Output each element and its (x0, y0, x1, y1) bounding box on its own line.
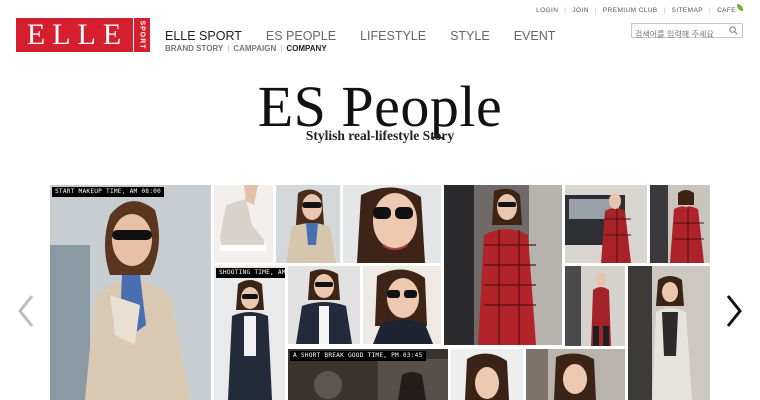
photo-tile-makeup[interactable]: START MAKEUP TIME, AM 08:00 (50, 185, 211, 400)
photo-tile-stairs[interactable] (565, 266, 625, 346)
nav-lifestyle[interactable]: LIFESTYLE (360, 29, 426, 43)
photo-tile-closeup[interactable] (343, 185, 441, 263)
join-link[interactable]: JOIN (572, 7, 588, 14)
chevron-right-icon[interactable] (724, 293, 744, 329)
photo-portrait-woman (526, 349, 625, 400)
page-subtitle: Stylish real-lifestyle Story (305, 128, 455, 143)
leaf-icon (737, 4, 743, 11)
photo-scarf-woman (276, 185, 340, 263)
photo-fur-coat-woman (628, 266, 710, 400)
cafe-link[interactable]: CAFE (717, 7, 736, 14)
premium-club-link[interactable]: PREMIUM CLUB (603, 7, 658, 14)
photo-shooting-woman (214, 266, 285, 400)
login-link[interactable]: LOGIN (536, 7, 558, 14)
logo-wordmark: ELLE (26, 18, 129, 51)
photo-navy-jacket-woman (288, 266, 360, 344)
sub-nav: BRAND STORY | CAMPAIGN | COMPANY (165, 44, 327, 54)
photo-tile-scarf[interactable] (276, 185, 340, 263)
photo-red-coat-woman-2 (650, 185, 710, 263)
nav-event[interactable]: EVENT (514, 29, 556, 43)
search-box (631, 23, 743, 41)
logo-side-text: SPORT (138, 20, 146, 50)
photo-tile-fur-coat[interactable] (628, 266, 710, 400)
photo-tile-portrait[interactable] (526, 349, 625, 400)
photo-hair-woman (451, 349, 523, 400)
caption-shooting: SHOOTING TIME, AM 10:30 (216, 268, 285, 278)
sitemap-link[interactable]: SITEMAP (672, 7, 703, 14)
photo-tile-navy-jacket[interactable] (288, 266, 360, 344)
photo-tile-red-coat-2[interactable] (650, 185, 710, 263)
nav-es-people[interactable]: ES PEOPLE (266, 29, 336, 43)
photo-tile-pose[interactable] (363, 266, 441, 344)
chevron-left-icon[interactable] (16, 293, 36, 329)
photo-tile-hair[interactable] (451, 349, 523, 400)
photo-closeup-woman (343, 185, 441, 263)
logo-side-panel: SPORT (133, 18, 150, 52)
nav-style[interactable]: STYLE (450, 29, 490, 43)
search-icon[interactable] (729, 26, 738, 35)
photo-tile-car[interactable] (565, 185, 647, 263)
photo-stairs-woman (565, 266, 625, 346)
caption-makeup: START MAKEUP TIME, AM 08:00 (52, 187, 164, 197)
photo-pose-woman (363, 266, 441, 344)
caption-break: A SHORT BREAK GOOD TIME, PM 03:45 (290, 351, 426, 361)
main-nav: ELLE SPORT ES PEOPLE LIFESTYLE STYLE EVE… (165, 29, 579, 43)
photo-tile-break[interactable]: A SHORT BREAK GOOD TIME, PM 03:45 (288, 349, 448, 400)
search-input[interactable] (632, 28, 734, 41)
photo-car-woman (565, 185, 647, 263)
photo-red-coat-woman (444, 185, 562, 345)
photo-sneaker (214, 185, 273, 263)
photo-tile-red-coat[interactable] (444, 185, 562, 345)
photo-gallery: START MAKEUP TIME, AM 08:00 SHOOTING TIM… (0, 0, 760, 400)
photo-tile-sneaker[interactable] (214, 185, 273, 263)
nav-elle-sport[interactable]: ELLE SPORT (165, 29, 242, 43)
subnav-campaign[interactable]: CAMPAIGN (233, 44, 276, 54)
subnav-brand-story[interactable]: BRAND STORY (165, 44, 223, 54)
photo-makeup-woman (50, 185, 211, 400)
photo-tile-shooting[interactable]: SHOOTING TIME, AM 10:30 (214, 266, 285, 400)
utility-links: LOGIN | JOIN | PREMIUM CLUB | SITEMAP | CAFE (536, 4, 743, 14)
subnav-company[interactable]: COMPANY (286, 44, 326, 54)
elle-sport-logo[interactable]: ELLE SPORT (16, 18, 150, 52)
